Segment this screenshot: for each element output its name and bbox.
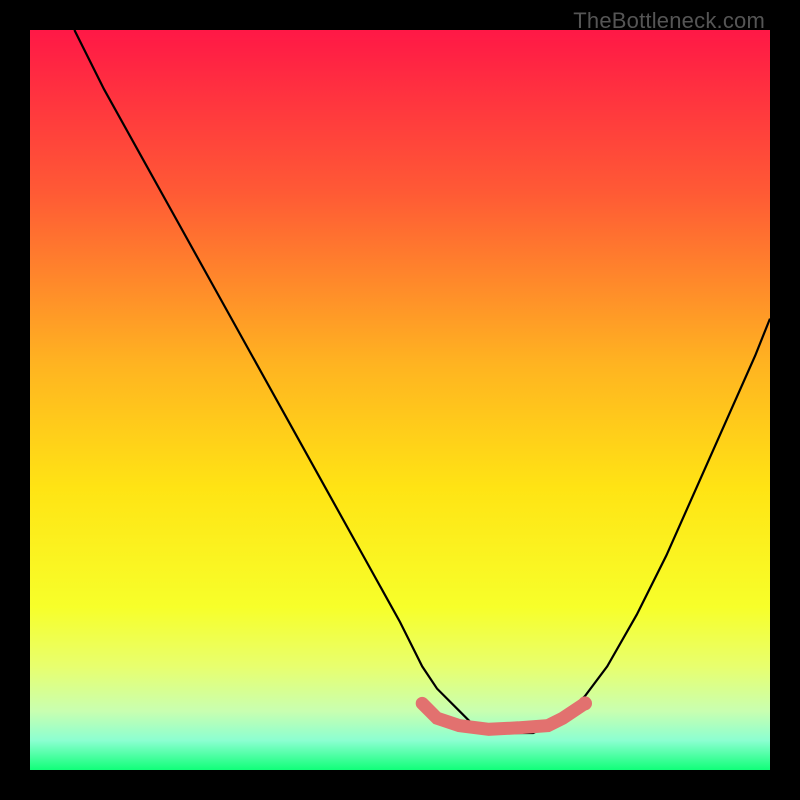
plot-area bbox=[30, 30, 770, 770]
gradient-background bbox=[30, 30, 770, 770]
chart-frame: TheBottleneck.com bbox=[0, 0, 800, 800]
chart-svg bbox=[30, 30, 770, 770]
endpoint-marker bbox=[578, 696, 592, 710]
